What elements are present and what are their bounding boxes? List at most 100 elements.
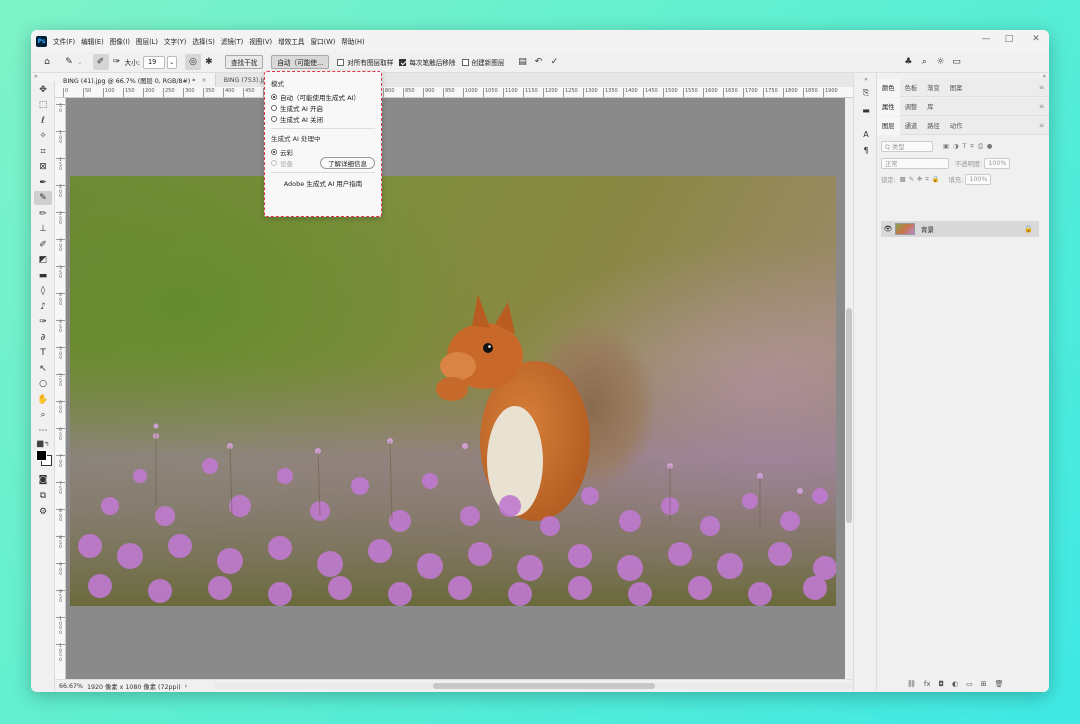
- menu-filter[interactable]: 滤镜(T): [221, 36, 243, 46]
- menu-type[interactable]: 文字(Y): [164, 36, 186, 46]
- size-dropdown-icon[interactable]: ⌄: [166, 55, 177, 69]
- paragraph-panel-icon[interactable]: ¶: [859, 144, 873, 156]
- ellipse-tool-icon[interactable]: ○: [34, 377, 52, 391]
- new-layer-icon[interactable]: ⊞: [981, 680, 987, 688]
- toolbox-collapse-icon[interactable]: »: [31, 73, 55, 81]
- adjustment-layer-icon[interactable]: ◐: [952, 680, 958, 688]
- more-tools-icon[interactable]: ⋯: [34, 424, 52, 438]
- layer-kind-filter[interactable]: Q 类型: [881, 141, 933, 152]
- tab-properties[interactable]: 属性: [877, 97, 900, 116]
- pen-tool-icon[interactable]: ✑: [34, 315, 52, 329]
- menu-image[interactable]: 图像(I): [110, 36, 130, 46]
- undo-icon[interactable]: ↶: [530, 54, 546, 70]
- comment-icon[interactable]: ▤: [514, 54, 530, 70]
- learn-more-button[interactable]: 了解详细信息: [320, 156, 375, 169]
- sample-all-layers-checkbox[interactable]: [337, 58, 345, 66]
- lock-icons[interactable]: ▩✎✥⌗🔒: [900, 175, 943, 184]
- blur-tool-icon[interactable]: ◊: [34, 284, 52, 298]
- visibility-eye-icon[interactable]: 👁: [881, 225, 895, 233]
- layer-mask-icon[interactable]: ◘: [939, 680, 945, 688]
- path-selection-icon[interactable]: ↖: [34, 362, 52, 376]
- size-input[interactable]: 19: [142, 55, 165, 69]
- blend-mode-select[interactable]: 正常: [881, 158, 949, 169]
- crop-tool-icon[interactable]: ⌗: [34, 145, 52, 159]
- menu-plugins[interactable]: 增效工具: [278, 36, 304, 46]
- remove-after-stroke-checkbox[interactable]: [399, 58, 407, 66]
- tab-actions[interactable]: 动作: [945, 117, 968, 135]
- collapse-panels-icon[interactable]: «: [859, 73, 873, 85]
- remove-after-stroke-option[interactable]: 每次笔触后移除: [399, 57, 456, 67]
- notification-bell-icon[interactable]: ♣: [900, 54, 916, 70]
- character-panel-icon[interactable]: A: [859, 128, 873, 140]
- default-colors-icon[interactable]: ⬛↰: [34, 437, 52, 451]
- horizontal-scroll-thumb[interactable]: [433, 683, 655, 689]
- menu-layer[interactable]: 图层(L): [136, 36, 158, 46]
- squirrel-photo[interactable]: [70, 176, 836, 606]
- vertical-scrollbar[interactable]: [845, 98, 853, 679]
- dodge-tool-icon[interactable]: ♪: [34, 300, 52, 314]
- remove-tool-icon[interactable]: ✎: [34, 191, 52, 205]
- maximize-button[interactable]: □: [994, 30, 1024, 48]
- mode-option-ai-on[interactable]: 生成式 AI 开启: [271, 102, 375, 113]
- mode-dropdown-button[interactable]: 自动（可能使...: [271, 55, 330, 69]
- layer-row-background[interactable]: 👁 背景 🔒: [881, 221, 1039, 237]
- quick-mask-icon[interactable]: ◙: [34, 473, 52, 487]
- horizontal-scrollbar[interactable]: [215, 683, 855, 689]
- discover-icon[interactable]: ☼: [932, 54, 948, 70]
- panel-menu-icon[interactable]: ≡: [1039, 122, 1044, 129]
- brush-add-icon[interactable]: ✐: [92, 54, 109, 70]
- filter-icons[interactable]: ▣◑T⌗⎙●: [943, 143, 996, 151]
- radio-icon[interactable]: [271, 93, 277, 100]
- delete-layer-icon[interactable]: 🗑: [995, 680, 1004, 688]
- home-icon[interactable]: ⌂: [39, 54, 55, 70]
- sample-all-layers-option[interactable]: 对所有图层取样: [337, 57, 393, 67]
- remove-tool-preset-icon[interactable]: ✎: [61, 54, 77, 70]
- find-distractions-button[interactable]: 查找干扰: [224, 55, 264, 69]
- radio-icon[interactable]: [271, 115, 277, 122]
- close-window-button[interactable]: ✕: [1021, 30, 1049, 48]
- chevron-down-icon[interactable]: ⌄: [77, 58, 83, 66]
- processing-option-cloud[interactable]: 云彩: [271, 146, 375, 157]
- brush-tool-icon[interactable]: ✏: [34, 207, 52, 221]
- commit-check-icon[interactable]: ✓: [546, 54, 562, 70]
- brush-subtract-icon[interactable]: ✑: [109, 54, 125, 70]
- canvas-area[interactable]: [66, 98, 845, 679]
- menu-edit[interactable]: 编辑(E): [81, 36, 104, 46]
- layer-lock-icon[interactable]: 🔒: [1024, 225, 1033, 233]
- fill-input[interactable]: 100%: [965, 174, 992, 185]
- tab-layers[interactable]: 图层: [877, 116, 900, 135]
- comments-panel-icon[interactable]: ▬: [859, 104, 873, 116]
- layer-style-icon[interactable]: fx: [924, 680, 931, 688]
- eyedropper-tool-icon[interactable]: ✒: [34, 176, 52, 190]
- stamp-tool-icon[interactable]: ⊥: [34, 222, 52, 236]
- screen-mode-icon[interactable]: ⧉: [34, 489, 52, 503]
- marquee-tool-icon[interactable]: ⬚: [34, 98, 52, 112]
- radio-icon[interactable]: [271, 104, 277, 111]
- vertical-scroll-thumb[interactable]: [846, 308, 852, 523]
- edit-toolbar-icon[interactable]: ⚙: [34, 505, 52, 519]
- history-brush-icon[interactable]: ✐: [34, 238, 52, 252]
- radio-icon[interactable]: [271, 148, 277, 155]
- link-layers-icon[interactable]: ⛓: [907, 680, 916, 688]
- opacity-input[interactable]: 100%: [984, 158, 1011, 169]
- zoom-tool-icon[interactable]: ⌕: [34, 408, 52, 422]
- menu-file[interactable]: 文件(F): [53, 36, 75, 46]
- curvature-pen-icon[interactable]: ∂: [34, 331, 52, 345]
- menu-select[interactable]: 选择(S): [192, 36, 215, 46]
- tab-swatches[interactable]: 色板: [900, 79, 923, 97]
- mode-option-ai-off[interactable]: 生成式 AI 关闭: [271, 113, 375, 124]
- frame-tool-icon[interactable]: ⊠: [34, 160, 52, 174]
- status-arrow-icon[interactable]: ›: [185, 683, 188, 690]
- tab-color[interactable]: 颜色: [877, 78, 900, 97]
- menu-view[interactable]: 视图(V): [249, 36, 272, 46]
- menu-window[interactable]: 窗口(W): [310, 36, 335, 46]
- workspace-icon[interactable]: ▭: [948, 54, 964, 70]
- eraser-tool-icon[interactable]: ◩: [34, 253, 52, 267]
- tab-patterns[interactable]: 图案: [945, 79, 968, 97]
- settings-gear-icon[interactable]: ✱: [201, 54, 217, 70]
- tab-adjustments[interactable]: 调整: [900, 98, 923, 116]
- panel-menu-icon[interactable]: ≡: [1039, 103, 1044, 110]
- pressure-icon[interactable]: ◎: [184, 54, 201, 70]
- tab-bing-41[interactable]: BING (41).jpg @ 66.7% (图层 0, RGB/8#) * ×: [55, 73, 216, 87]
- tab-libraries[interactable]: 库: [922, 98, 938, 116]
